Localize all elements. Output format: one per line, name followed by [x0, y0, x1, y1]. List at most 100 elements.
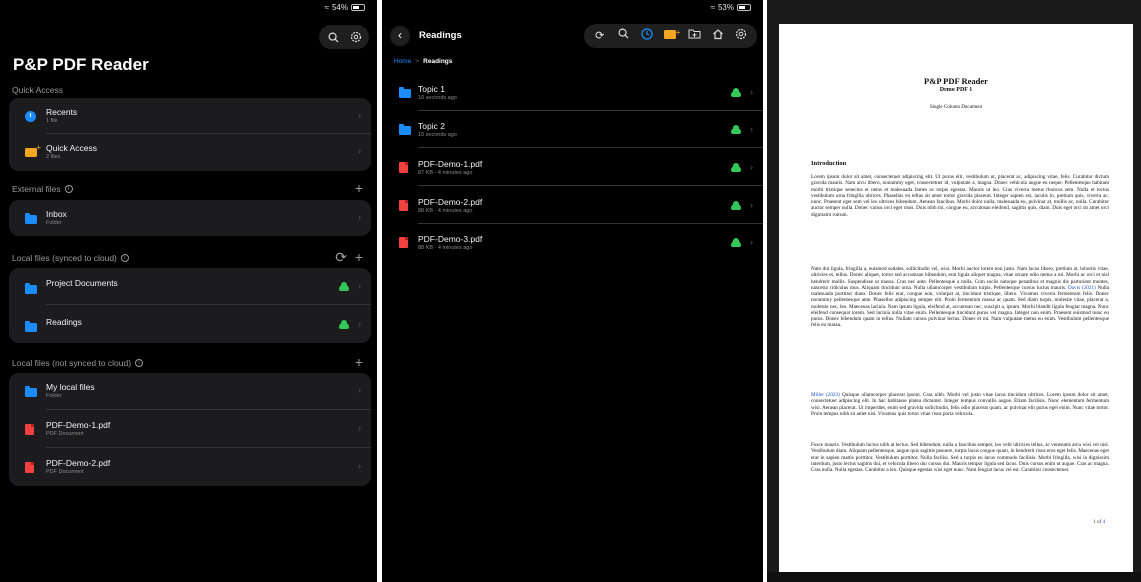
folder-icon	[25, 386, 37, 397]
pdf-page[interactable]: P&P PDF Reader Demo PDF 1 Single Column …	[779, 24, 1133, 572]
settings-button[interactable]	[345, 26, 367, 48]
add-local-button[interactable]: +	[355, 355, 363, 369]
new-folder-button[interactable]	[686, 28, 702, 44]
status-bar: ≈ 53%	[711, 3, 751, 12]
folder-icon	[399, 124, 411, 135]
pdf-file-icon	[399, 162, 408, 173]
divider	[418, 185, 763, 186]
section-title-local-synced: Local files (synced to cloud) i	[12, 253, 129, 263]
external-files-group: Inbox Folder ›	[9, 200, 371, 236]
chevron-right-icon: ›	[358, 423, 361, 433]
item-subtitle: 87 KB · 4 minutes ago	[418, 170, 473, 176]
battery-icon	[351, 4, 365, 11]
list-item-pdf-demo-3[interactable]: PDF-Demo-3.pdf 88 KB · 4 minutes ago ›	[382, 225, 763, 261]
list-item-topic-1[interactable]: Topic 1 10 seconds ago ›	[382, 75, 763, 111]
item-label: PDF-Demo-3.pdf	[418, 234, 483, 244]
sync-button[interactable]: ⟳	[592, 28, 608, 44]
divider	[418, 110, 763, 111]
settings-button[interactable]	[733, 28, 749, 45]
chevron-right-icon: ›	[358, 146, 361, 156]
list-item-quick-access[interactable]: Quick Access 2 files ›	[9, 134, 371, 170]
recents-button[interactable]	[639, 27, 655, 45]
search-button[interactable]	[615, 28, 631, 44]
list-item-topic-2[interactable]: Topic 2 10 seconds ago ›	[382, 112, 763, 148]
item-subtitle: 10 seconds ago	[418, 132, 457, 138]
breadcrumb-current: Readings	[423, 58, 453, 65]
pdf-file-icon	[25, 462, 34, 473]
citation-link[interactable]: Davis (2021)	[1068, 285, 1096, 291]
info-icon[interactable]: i	[64, 185, 73, 193]
folder-icon	[25, 283, 37, 294]
item-label: Inbox	[46, 209, 67, 219]
item-subtitle: Folder	[46, 220, 62, 226]
item-label: PDF-Demo-2.pdf	[418, 197, 483, 207]
cloud-synced-icon	[731, 88, 741, 97]
list-item-project-documents[interactable]: Project Documents ›	[9, 268, 371, 305]
battery-percent: 53%	[717, 3, 734, 12]
document-kind: Single Column Document	[929, 105, 983, 110]
chevron-right-icon: ›	[750, 200, 753, 210]
folder-icon	[399, 87, 411, 98]
chevron-right-icon: ›	[358, 385, 361, 395]
pdf-file-icon	[399, 237, 408, 248]
item-subtitle: PDF Document	[46, 431, 84, 437]
item-label: PDF-Demo-1.pdf	[46, 420, 111, 430]
search-icon	[618, 28, 629, 39]
sync-button[interactable]: ⟳	[335, 250, 347, 264]
list-item-pdf-demo-2[interactable]: PDF-Demo-2.pdf PDF Document ›	[9, 448, 371, 486]
list-item-pdf-demo-1[interactable]: PDF-Demo-1.pdf 87 KB · 4 minutes ago ›	[382, 150, 763, 186]
folder-panel: ≈ 53% ‹ Readings ⟳ Home > Readings Topic…	[382, 0, 763, 582]
add-external-button[interactable]: +	[355, 181, 363, 195]
item-label: My local files	[46, 382, 95, 392]
item-label: Project Documents	[46, 278, 118, 288]
info-icon[interactable]: i	[120, 254, 129, 262]
clock-icon	[25, 111, 36, 122]
item-subtitle: 88 KB · 4 minutes ago	[418, 208, 473, 214]
page-title: Readings	[419, 30, 462, 41]
info-icon[interactable]: i	[135, 359, 144, 367]
item-subtitle: 10 seconds ago	[418, 95, 457, 101]
home-button[interactable]	[710, 28, 726, 45]
breadcrumb-home[interactable]: Home	[394, 58, 411, 65]
chevron-right-icon: ›	[358, 212, 361, 222]
chevron-right-icon: ›	[750, 162, 753, 172]
item-label: Readings	[46, 317, 82, 327]
quick-access-button[interactable]	[662, 25, 680, 44]
chevron-left-icon: ‹	[398, 28, 402, 42]
home-panel: ≈ 54% P&P PDF Reader Quick Access Recent…	[0, 0, 377, 582]
battery-percent: 54%	[331, 3, 348, 12]
home-icon	[712, 28, 723, 39]
item-label: PDF-Demo-2.pdf	[46, 458, 111, 468]
document-title: P&P PDF Reader	[924, 76, 988, 86]
list-item-pdf-demo-1[interactable]: PDF-Demo-1.pdf PDF Document ›	[9, 410, 371, 448]
item-label: Quick Access	[46, 143, 98, 153]
section-heading: Introduction	[811, 160, 847, 167]
cloud-synced-icon	[339, 320, 349, 329]
section-title-external: External files i	[12, 184, 73, 194]
item-subtitle: PDF Document	[46, 469, 84, 475]
section-title-quick-access: Quick Access	[12, 85, 64, 95]
add-synced-button[interactable]: +	[355, 250, 363, 264]
battery-icon	[737, 4, 751, 11]
list-item-readings[interactable]: Readings ›	[9, 305, 371, 343]
divider	[418, 223, 763, 224]
new-folder-icon	[688, 29, 701, 39]
cloud-synced-icon	[731, 125, 741, 134]
list-item-inbox[interactable]: Inbox Folder ›	[9, 200, 371, 236]
section-title-local-unsynced: Local files (not synced to cloud) i	[12, 358, 144, 368]
chevron-right-icon: ›	[750, 124, 753, 134]
sync-icon: ⟳	[595, 30, 605, 42]
chevron-right-icon: ›	[750, 87, 753, 97]
back-button[interactable]: ‹	[390, 26, 410, 46]
cloud-synced-icon	[731, 238, 741, 247]
paragraph-4: Fusce mauris. Vestibulum luctus nibh at …	[811, 442, 1109, 473]
item-label: PDF-Demo-1.pdf	[418, 159, 483, 169]
top-toolbar	[319, 25, 369, 49]
search-button[interactable]	[322, 26, 344, 48]
list-item-my-local-files[interactable]: My local files Folder ›	[9, 373, 371, 410]
wifi-icon: ≈	[710, 3, 715, 12]
item-subtitle: 1 file	[46, 118, 58, 124]
gear-icon	[350, 31, 362, 43]
list-item-recents[interactable]: Recents 1 file ›	[9, 98, 371, 134]
list-item-pdf-demo-2[interactable]: PDF-Demo-2.pdf 88 KB · 4 minutes ago ›	[382, 188, 763, 224]
